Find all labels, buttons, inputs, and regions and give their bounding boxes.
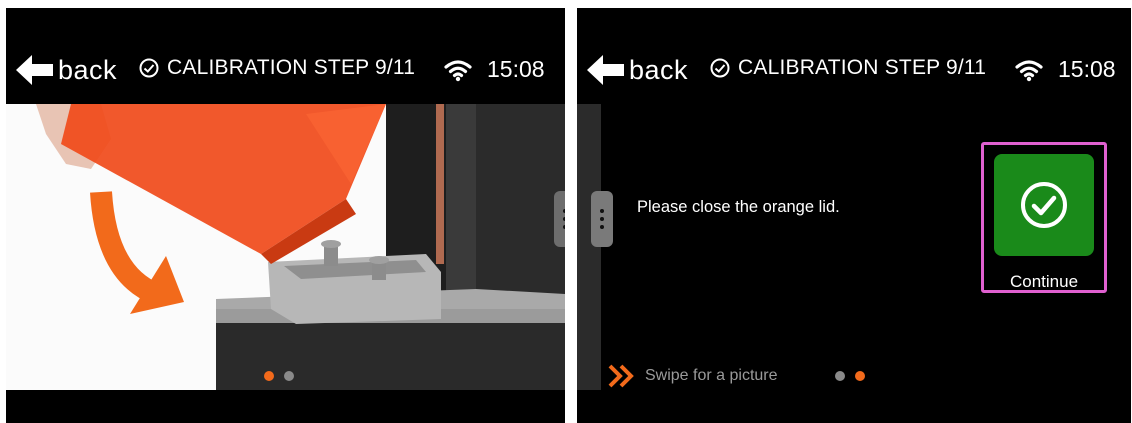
swipe-hint-label: Swipe for a picture: [645, 367, 778, 384]
drag-handle[interactable]: [591, 191, 613, 247]
wifi-icon: [1015, 60, 1043, 82]
pager-dot-active[interactable]: [264, 371, 274, 381]
continue-label[interactable]: Continue: [984, 272, 1104, 292]
pager-dot-active[interactable]: [855, 371, 865, 381]
step-label: CALIBRATION STEP 9/11: [167, 56, 416, 79]
previous-page-peek: [577, 104, 601, 390]
back-label: back: [629, 54, 689, 85]
back-arrow-icon: [16, 55, 53, 85]
pager-dot[interactable]: [284, 371, 294, 381]
top-bar: back CALIBRATION STEP 9/11 15:08: [577, 8, 1131, 104]
back-button[interactable]: back: [16, 54, 117, 86]
instruction-text: Please close the orange lid.: [637, 198, 840, 216]
wifi-icon: [444, 60, 472, 82]
pager-dot[interactable]: [835, 371, 845, 381]
clock: 15:08: [487, 56, 545, 82]
back-button[interactable]: back: [587, 54, 688, 86]
swipe-hint[interactable]: Swipe for a picture: [607, 363, 778, 389]
check-circle-icon: [1021, 182, 1067, 228]
step-label: CALIBRATION STEP 9/11: [738, 56, 987, 79]
step-indicator: CALIBRATION STEP 9/11: [710, 56, 986, 80]
step-indicator: CALIBRATION STEP 9/11: [139, 56, 415, 80]
back-arrow-icon: [587, 55, 624, 85]
check-circle-icon: [139, 58, 159, 78]
continue-highlight: Continue: [981, 142, 1107, 293]
continue-button[interactable]: [994, 154, 1094, 256]
double-chevron-right-icon: [608, 364, 634, 388]
pager-dots: [835, 371, 865, 381]
check-circle-icon: [710, 58, 730, 78]
calibration-screen-picture: back CALIBRATION STEP 9/11 15:08: [6, 8, 565, 423]
calibration-screen-instruction: back CALIBRATION STEP 9/11 15:08 Please …: [577, 8, 1131, 423]
back-label: back: [58, 54, 118, 85]
drag-handle[interactable]: [554, 191, 565, 247]
clock: 15:08: [1058, 56, 1116, 82]
orange-lid-closing-illustration: [6, 104, 565, 390]
top-bar: back CALIBRATION STEP 9/11 15:08: [6, 8, 565, 104]
pager-dots: [264, 371, 294, 381]
